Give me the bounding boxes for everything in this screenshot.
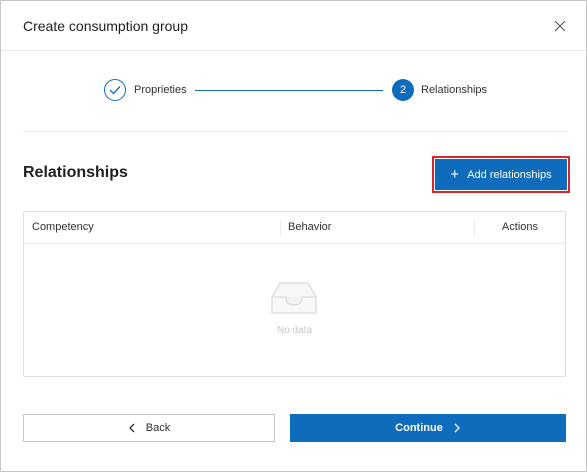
chevron-left-icon [128,423,135,433]
plus-icon: + [450,166,460,183]
section-divider [23,131,566,132]
continue-label: Continue [395,422,443,434]
wizard-stepper: Proprieties 2 Relationships [1,79,586,103]
back-button[interactable]: Back [23,414,275,442]
column-header-actions: Actions [501,221,538,233]
step-1-indicator[interactable] [104,79,126,101]
empty-state-text: No data [276,325,313,336]
close-button[interactable] [550,16,570,36]
step-2-indicator[interactable]: 2 [392,79,414,101]
close-icon [554,20,566,32]
create-consumption-group-dialog: Create consumption group Proprieties 2 R… [0,0,587,472]
add-relationships-button[interactable]: + Add relationships [435,159,567,190]
checkmark-icon [109,86,121,95]
back-label: Back [145,422,171,434]
table-header: Competency Behavior Actions [24,212,565,244]
column-header-competency[interactable]: Competency [32,221,94,233]
step-2-label[interactable]: Relationships [421,84,487,96]
relationships-heading: Relationships [23,164,128,181]
column-separator[interactable] [280,220,281,236]
column-separator[interactable] [474,220,475,236]
continue-button[interactable]: Continue [290,414,566,442]
dialog-title: Create consumption group [23,18,188,34]
chevron-right-icon [454,423,460,433]
step-connector [195,90,383,91]
dialog-header: Create consumption group [1,1,586,51]
relationships-table: Competency Behavior Actions No data [23,211,566,377]
add-relationships-label: Add relationships [467,168,552,181]
step-1-label[interactable]: Proprieties [134,84,187,96]
column-header-behavior[interactable]: Behavior [288,221,331,233]
empty-inbox-icon [271,282,317,314]
